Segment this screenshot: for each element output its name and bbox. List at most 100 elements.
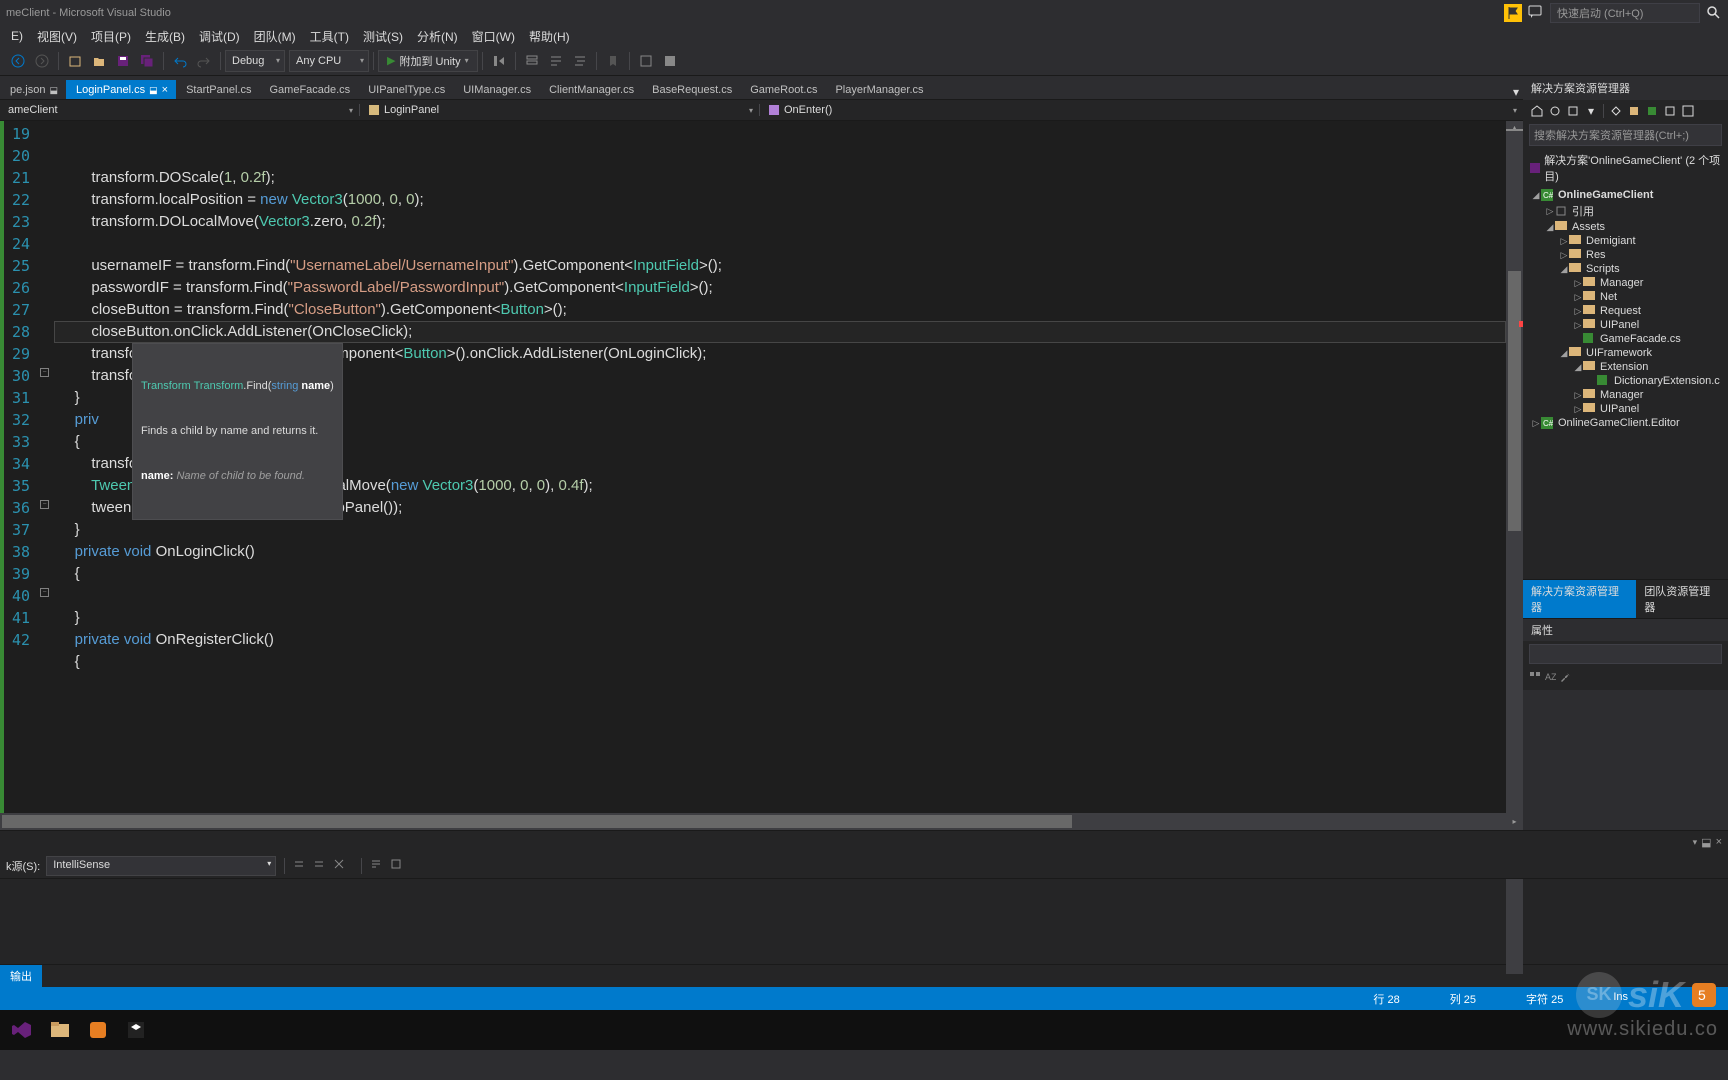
wrench-icon[interactable] — [1559, 671, 1571, 686]
nav-back-icon[interactable] — [7, 50, 29, 72]
tree-toggle-icon[interactable]: ▷ — [1545, 206, 1555, 217]
tree-toggle-icon[interactable]: ◢ — [1559, 264, 1569, 275]
find-icon[interactable] — [521, 50, 543, 72]
dropdown-icon[interactable]: ▾ — [1693, 837, 1698, 848]
document-tab[interactable]: BaseRequest.cs — [642, 80, 740, 99]
app-taskbar-icon[interactable] — [82, 1014, 114, 1046]
document-tab[interactable]: UIPanelType.cs — [358, 80, 453, 99]
collapse-icon[interactable]: ▾ — [1583, 103, 1599, 119]
pin-icon[interactable]: ⬓ — [1701, 836, 1711, 849]
uncomment-icon[interactable] — [569, 50, 591, 72]
output-scrollbar[interactable] — [1506, 879, 1523, 974]
clear-icon[interactable] — [333, 858, 353, 873]
tree-item[interactable]: ▷UIPanel — [1523, 318, 1728, 332]
tab-overflow-icon[interactable]: ▾ — [1513, 85, 1523, 99]
document-tab[interactable]: ClientManager.cs — [539, 80, 642, 99]
tree-item[interactable]: ▷UIPanel — [1523, 402, 1728, 416]
menu-build[interactable]: 生成(B) — [138, 26, 192, 47]
feedback-icon[interactable] — [1528, 5, 1544, 21]
preview-icon[interactable] — [1680, 103, 1696, 119]
solution-tree[interactable]: ◢C#OnlineGameClient▷引用◢Assets▷Demigiant▷… — [1523, 188, 1728, 579]
tree-toggle-icon[interactable]: ▷ — [1573, 404, 1583, 415]
fold-toggle[interactable]: − — [40, 368, 49, 377]
tree-toggle-icon[interactable]: ◢ — [1545, 222, 1555, 233]
document-tab[interactable]: UIManager.cs — [453, 80, 539, 99]
tree-item[interactable]: ▷Request — [1523, 304, 1728, 318]
toggle-icon[interactable] — [390, 858, 410, 873]
next-msg-icon[interactable] — [313, 858, 333, 873]
tree-toggle-icon[interactable]: ◢ — [1531, 190, 1541, 201]
open-file-icon[interactable] — [88, 50, 110, 72]
properties-icon[interactable] — [1662, 103, 1678, 119]
filter-icon-2[interactable] — [1644, 103, 1660, 119]
close-icon[interactable]: × — [162, 84, 168, 96]
vertical-scrollbar[interactable]: ▴ — [1506, 121, 1523, 813]
nav-forward-icon[interactable] — [31, 50, 53, 72]
redo-icon[interactable] — [193, 50, 215, 72]
tree-item[interactable]: ◢Assets — [1523, 220, 1728, 234]
tree-item[interactable]: ▷引用 — [1523, 202, 1728, 220]
tree-toggle-icon[interactable]: ◢ — [1559, 348, 1569, 359]
home-icon[interactable] — [1529, 103, 1545, 119]
tree-toggle-icon[interactable]: ▷ — [1573, 390, 1583, 401]
nav-member-dropdown[interactable]: OnEnter() — [760, 104, 1523, 116]
search-icon[interactable] — [1706, 5, 1720, 22]
bookmark-icon[interactable] — [602, 50, 624, 72]
tool-icon-2[interactable] — [659, 50, 681, 72]
configuration-dropdown[interactable]: Debug — [225, 50, 285, 72]
tree-item[interactable]: ◢C#OnlineGameClient — [1523, 188, 1728, 202]
wrap-icon[interactable] — [370, 858, 390, 873]
output-content[interactable] — [0, 879, 1728, 964]
fold-column[interactable]: − − − — [38, 121, 54, 813]
unity-taskbar-icon[interactable] — [120, 1014, 152, 1046]
tree-toggle-icon[interactable]: ▷ — [1573, 292, 1583, 303]
categorize-icon[interactable] — [1529, 671, 1541, 686]
document-tab[interactable]: GameFacade.cs — [259, 80, 358, 99]
new-project-icon[interactable] — [64, 50, 86, 72]
tree-toggle-icon[interactable]: ◢ — [1573, 362, 1583, 373]
menu-window[interactable]: 窗口(W) — [465, 26, 522, 47]
tree-item[interactable]: DictionaryExtension.c — [1523, 374, 1728, 388]
tree-item[interactable]: ▷Demigiant — [1523, 234, 1728, 248]
pin-icon[interactable]: ⬓ — [49, 85, 58, 96]
tree-item[interactable]: ◢Scripts — [1523, 262, 1728, 276]
tree-toggle-icon[interactable]: ▷ — [1531, 418, 1541, 429]
horizontal-scrollbar[interactable]: ▸ — [0, 813, 1523, 830]
show-all-icon[interactable] — [1608, 103, 1624, 119]
tree-toggle-icon[interactable]: ▷ — [1573, 306, 1583, 317]
fold-toggle[interactable]: − — [40, 588, 49, 597]
properties-object-dropdown[interactable] — [1529, 644, 1722, 664]
tree-item[interactable]: ◢UIFramework — [1523, 346, 1728, 360]
tab-team-explorer[interactable]: 团队资源管理器 — [1636, 580, 1728, 618]
nav-class-dropdown[interactable]: LoginPanel — [360, 104, 760, 116]
platform-dropdown[interactable]: Any CPU — [289, 50, 369, 72]
code-editor[interactable]: 1920212223242526272829303132333435363738… — [0, 121, 1523, 813]
tree-item[interactable]: GameFacade.cs — [1523, 332, 1728, 346]
tree-toggle-icon[interactable]: ▷ — [1573, 320, 1583, 331]
start-debug-button[interactable]: ▶ 附加到 Unity ▾ — [378, 50, 478, 72]
alphabetical-icon[interactable]: AZ — [1544, 671, 1556, 686]
filter-icon-1[interactable] — [1626, 103, 1642, 119]
undo-icon[interactable] — [169, 50, 191, 72]
menu-debug[interactable]: 调试(D) — [192, 26, 247, 47]
tree-toggle-icon[interactable]: ▷ — [1559, 236, 1569, 247]
prev-msg-icon[interactable] — [293, 858, 313, 873]
tree-toggle-icon[interactable]: ▷ — [1559, 250, 1569, 261]
tree-item[interactable]: ▷C#OnlineGameClient.Editor — [1523, 416, 1728, 430]
tree-toggle-icon[interactable]: ▷ — [1573, 278, 1583, 289]
comment-icon[interactable] — [545, 50, 567, 72]
tree-item[interactable]: ▷Manager — [1523, 276, 1728, 290]
document-tab[interactable]: LoginPanel.cs⬓× — [66, 80, 176, 99]
menu-view[interactable]: 视图(V) — [30, 26, 84, 47]
menu-team[interactable]: 团队(M) — [247, 26, 303, 47]
nav-project-dropdown[interactable]: ameClient — [0, 104, 360, 116]
menu-test[interactable]: 测试(S) — [356, 26, 410, 47]
scrollbar-thumb[interactable] — [1508, 271, 1521, 531]
tool-icon-1[interactable] — [635, 50, 657, 72]
save-icon[interactable] — [112, 50, 134, 72]
tree-item[interactable]: ▷Res — [1523, 248, 1728, 262]
menu-analyze[interactable]: 分析(N) — [410, 26, 465, 47]
tree-item[interactable]: ▷Manager — [1523, 388, 1728, 402]
refresh-icon[interactable] — [1547, 103, 1563, 119]
tab-output[interactable]: 输出 — [0, 965, 42, 987]
